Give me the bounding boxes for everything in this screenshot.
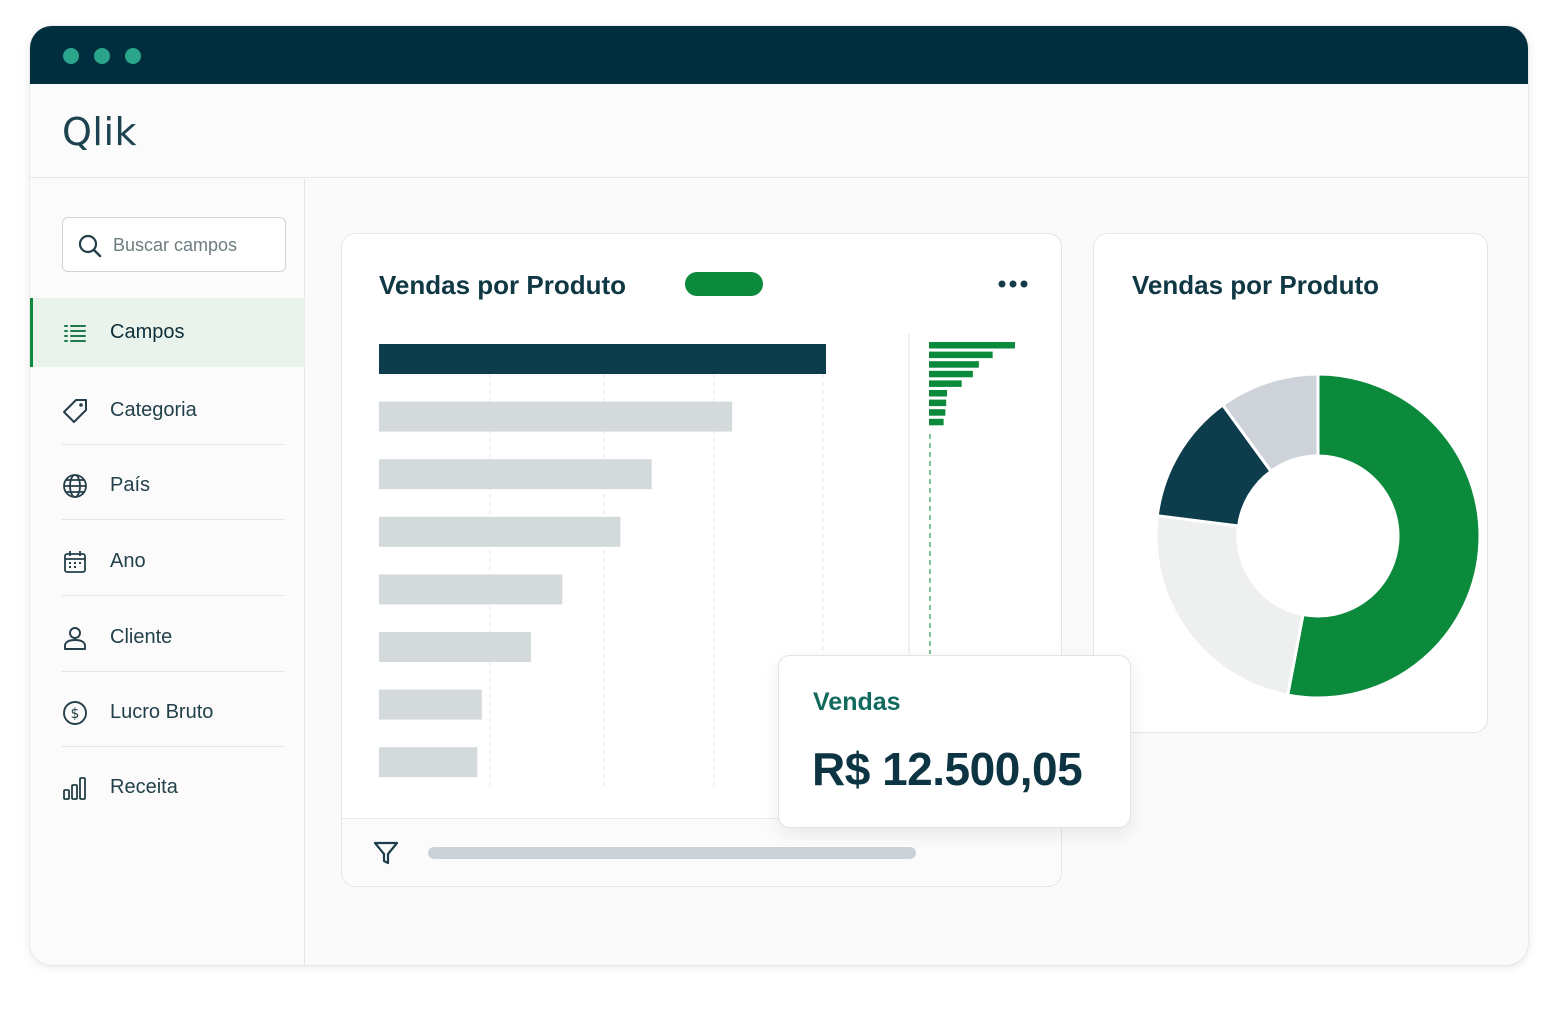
mini-bar <box>929 399 947 407</box>
sidebar-divider <box>62 444 285 445</box>
horizontal-scrollbar[interactable] <box>428 847 916 859</box>
bar-chart-icon <box>62 775 88 801</box>
sidebar: Campos Categoria País Ano Cliente $ Lucro Brut… <box>30 179 305 965</box>
sidebar-divider <box>62 671 285 672</box>
mini-bar <box>929 390 948 397</box>
sidebar-item-label: País <box>110 474 151 496</box>
kpi-card: Vendas R$ 12.500,05 <box>778 655 1131 828</box>
app-header: Qlik <box>30 84 1528 178</box>
bar[interactable] <box>379 401 733 432</box>
mini-bar <box>929 361 979 368</box>
bar-card-title: Vendas por Produto <box>379 270 627 300</box>
donut-chart <box>1154 372 1482 700</box>
bar[interactable] <box>379 689 482 720</box>
list-icon <box>62 320 88 346</box>
sidebar-item-categoria[interactable]: Categoria <box>30 376 305 445</box>
mini-bar <box>929 370 973 378</box>
app-window: Qlik Campos Categoria País Ano Cliente $ Lucro… <box>30 26 1528 965</box>
sidebar-divider <box>62 519 285 520</box>
donut-slice[interactable] <box>1154 514 1305 697</box>
bar[interactable] <box>379 632 531 662</box>
bar-card-footer <box>342 818 1061 886</box>
window-dot-minimize[interactable] <box>94 48 110 64</box>
kpi-value: R$ 12.500,05 <box>812 743 1083 795</box>
sidebar-item-label: Campos <box>110 321 185 343</box>
sidebar-item-label: Categoria <box>110 399 197 421</box>
calendar-icon <box>62 549 88 575</box>
sidebar-item-receita[interactable]: Receita <box>30 753 305 822</box>
sidebar-item-cliente[interactable]: Cliente <box>30 603 305 672</box>
mini-bar <box>929 418 944 426</box>
sidebar-item-label: Cliente <box>110 626 173 648</box>
window-dot-maximize[interactable] <box>125 48 141 64</box>
window-titlebar <box>30 26 1528 84</box>
mini-bar <box>929 342 1015 349</box>
bar[interactable] <box>379 516 621 547</box>
donut-chart-card: Vendas por Produto <box>1093 233 1488 733</box>
sidebar-item-campos[interactable]: Campos <box>30 298 305 367</box>
kpi-label: Vendas <box>813 688 901 716</box>
search-icon <box>78 234 102 258</box>
svg-text:$: $ <box>71 706 80 722</box>
filter-icon[interactable] <box>372 839 400 867</box>
bar[interactable] <box>379 574 563 605</box>
search-box[interactable] <box>62 217 286 272</box>
sidebar-divider <box>62 746 285 747</box>
mini-bar <box>929 380 962 387</box>
logo-text: Qlik <box>62 110 138 154</box>
more-icon[interactable] <box>997 278 1031 290</box>
sidebar-item-lucro-bruto[interactable]: $ Lucro Bruto <box>30 678 305 747</box>
bar[interactable] <box>379 459 652 490</box>
bar[interactable] <box>379 344 826 374</box>
sidebar-item-label: Lucro Bruto <box>110 701 214 723</box>
mini-bar <box>929 409 946 416</box>
dollar-circle-icon: $ <box>62 700 88 726</box>
window-dot-close[interactable] <box>63 48 79 64</box>
user-icon <box>62 625 88 651</box>
sidebar-item-pais[interactable]: País <box>30 451 305 520</box>
tag-icon <box>62 398 88 424</box>
search-input[interactable] <box>113 230 278 260</box>
bar[interactable] <box>379 747 478 778</box>
mini-bar <box>929 351 993 359</box>
status-pill[interactable] <box>685 272 763 296</box>
globe-icon <box>62 473 88 499</box>
sidebar-item-ano[interactable]: Ano <box>30 527 305 596</box>
sidebar-item-label: Ano <box>110 550 146 572</box>
qlik-logo[interactable]: Qlik <box>62 110 138 154</box>
sidebar-divider <box>62 595 285 596</box>
sidebar-item-label: Receita <box>110 776 178 798</box>
